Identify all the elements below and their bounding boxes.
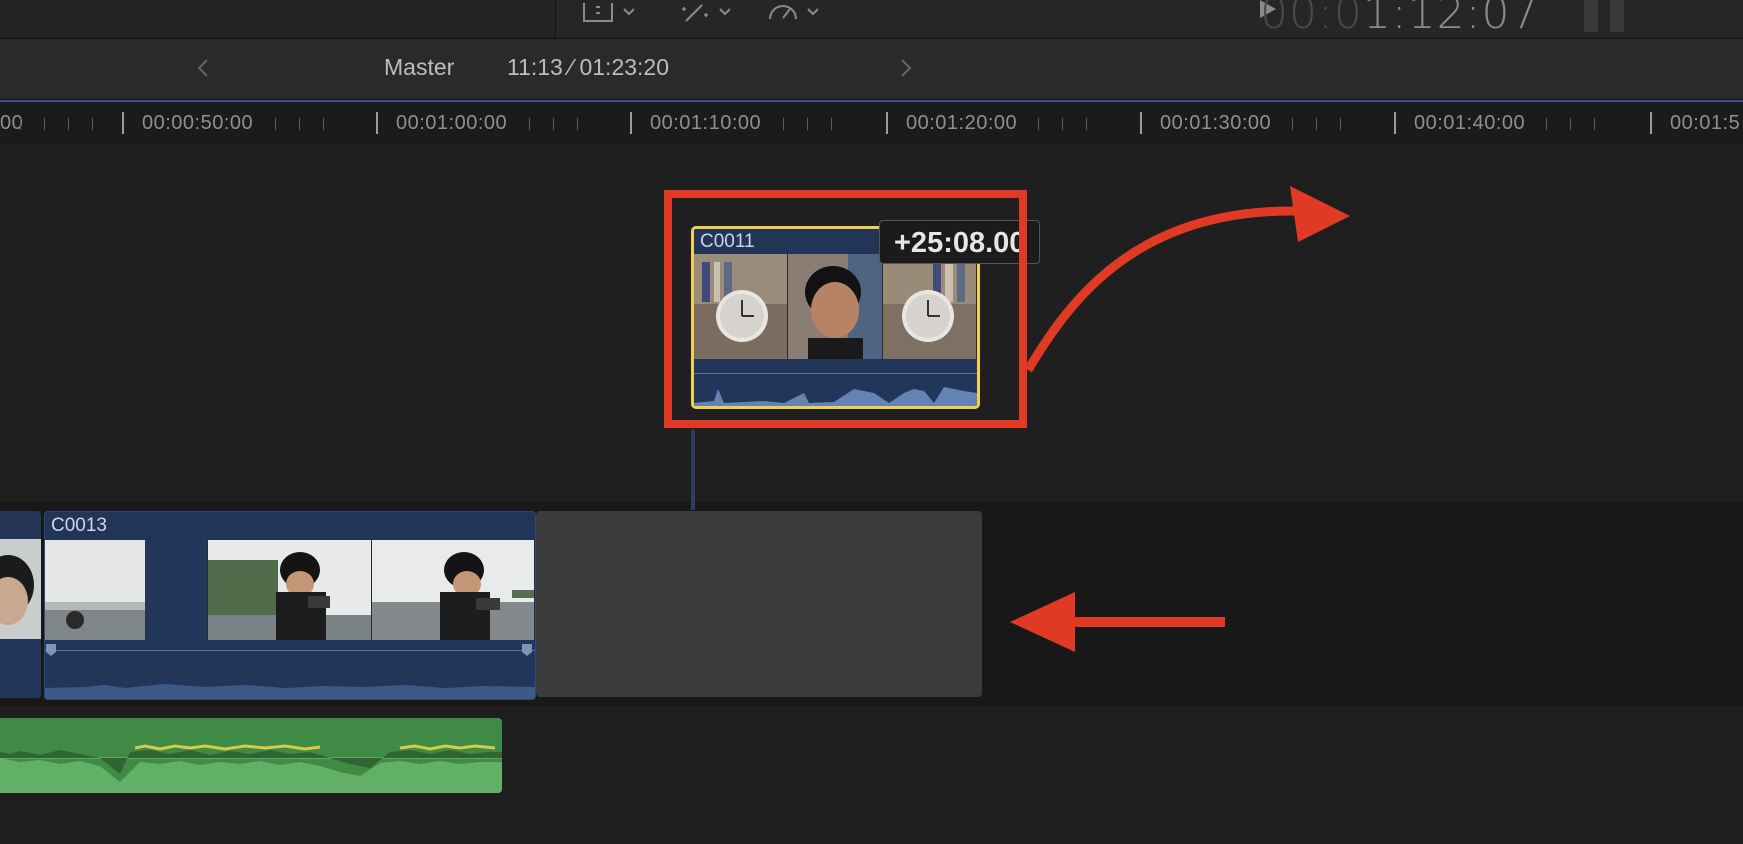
ruler-tick <box>1570 118 1571 130</box>
gap-placeholder <box>536 511 982 697</box>
ruler-tick <box>1086 118 1087 130</box>
toolbar: 00:01:12:07 <box>0 0 1743 39</box>
ruler-tick <box>1062 118 1063 130</box>
ruler-label: 00:01:20:00 <box>906 112 1018 134</box>
annotation-curved-arrow-icon <box>1024 186 1350 373</box>
audio-meter-right <box>1610 0 1624 32</box>
clip-audio-waveform <box>45 640 535 699</box>
ruler-tick <box>831 118 832 130</box>
project-label: Master <box>384 54 455 80</box>
ruler-tick <box>275 118 276 130</box>
ruler-tick <box>92 118 93 130</box>
ruler-tick <box>299 118 300 130</box>
ruler-tick <box>1316 118 1317 130</box>
ruler-label: 00:00:50:00 <box>142 112 254 134</box>
clip-name: C0013 <box>45 512 535 540</box>
ruler-tick <box>1038 118 1039 130</box>
back-arrow-icon[interactable] <box>190 53 216 83</box>
ruler-tick <box>1340 118 1341 130</box>
timecode-display: 00:01:12:07 <box>1260 0 1540 39</box>
browser-pane-edge <box>0 0 556 38</box>
marker-icon[interactable] <box>521 643 533 657</box>
trim-tool-button[interactable] <box>582 0 636 24</box>
timeline-ruler[interactable]: 00 00:00:50:00 00:01:00:00 00:01:10:00 0… <box>0 100 1743 146</box>
ruler-label: 00:01:10:00 <box>650 112 762 134</box>
chevron-down-icon <box>718 7 732 17</box>
ruler-tick <box>553 118 554 130</box>
ruler-tick <box>20 118 21 130</box>
ruler-tick <box>376 112 378 134</box>
marker-icon[interactable] <box>45 643 57 657</box>
ruler-tick <box>68 118 69 130</box>
clip-thumbnail <box>208 540 372 640</box>
ruler-tick <box>1292 118 1293 130</box>
ruler-tick <box>1650 112 1652 134</box>
audio-meter-left <box>1584 0 1598 32</box>
annotation-left-arrow-icon <box>1010 592 1225 652</box>
primary-clip[interactable]: C0013 <box>44 511 536 700</box>
ruler-tick <box>807 118 808 130</box>
ruler-tick <box>1594 118 1595 130</box>
chevron-down-icon <box>806 7 820 17</box>
ruler-tick <box>886 112 888 134</box>
speedometer-icon <box>766 1 800 23</box>
timeline-nav-bar: Master 11:13 ⁄ 01:23:20 <box>0 39 1743 100</box>
audio-waveform <box>0 718 502 793</box>
clip-thumbnail <box>0 539 41 639</box>
annotation-highlight-box <box>664 190 1027 428</box>
clip-thumbnail <box>45 540 209 640</box>
ruler-label: 00:01:30:00 <box>1160 112 1272 134</box>
chevron-down-icon <box>622 7 636 17</box>
ruler-tick <box>783 118 784 130</box>
playhead-position: 11:13 ⁄ 01:23:20 <box>507 54 669 80</box>
ruler-tick <box>1394 112 1396 134</box>
forward-arrow-icon[interactable] <box>893 53 919 83</box>
ruler-tick <box>1546 118 1547 130</box>
previous-clip[interactable] <box>0 511 41 698</box>
ruler-tick <box>630 112 632 134</box>
audio-clip[interactable] <box>0 718 502 793</box>
magic-wand-icon <box>678 1 712 23</box>
ruler-tick <box>323 118 324 130</box>
connection-line <box>691 430 695 510</box>
ruler-tick <box>529 118 530 130</box>
ruler-label: 00:01:40:00 <box>1414 112 1526 134</box>
enhance-button[interactable] <box>678 0 732 24</box>
ruler-label: 00:01:00:00 <box>396 112 508 134</box>
ruler-tick <box>577 118 578 130</box>
ruler-tick <box>44 118 45 130</box>
trim-icon <box>582 1 616 23</box>
ruler-label: 00:01:5 <box>1670 112 1741 134</box>
ruler-tick <box>122 112 124 134</box>
ruler-tick <box>1140 112 1142 134</box>
clip-thumbnail <box>371 540 535 640</box>
clip-filmstrip <box>45 540 535 640</box>
retime-button[interactable] <box>766 0 820 24</box>
